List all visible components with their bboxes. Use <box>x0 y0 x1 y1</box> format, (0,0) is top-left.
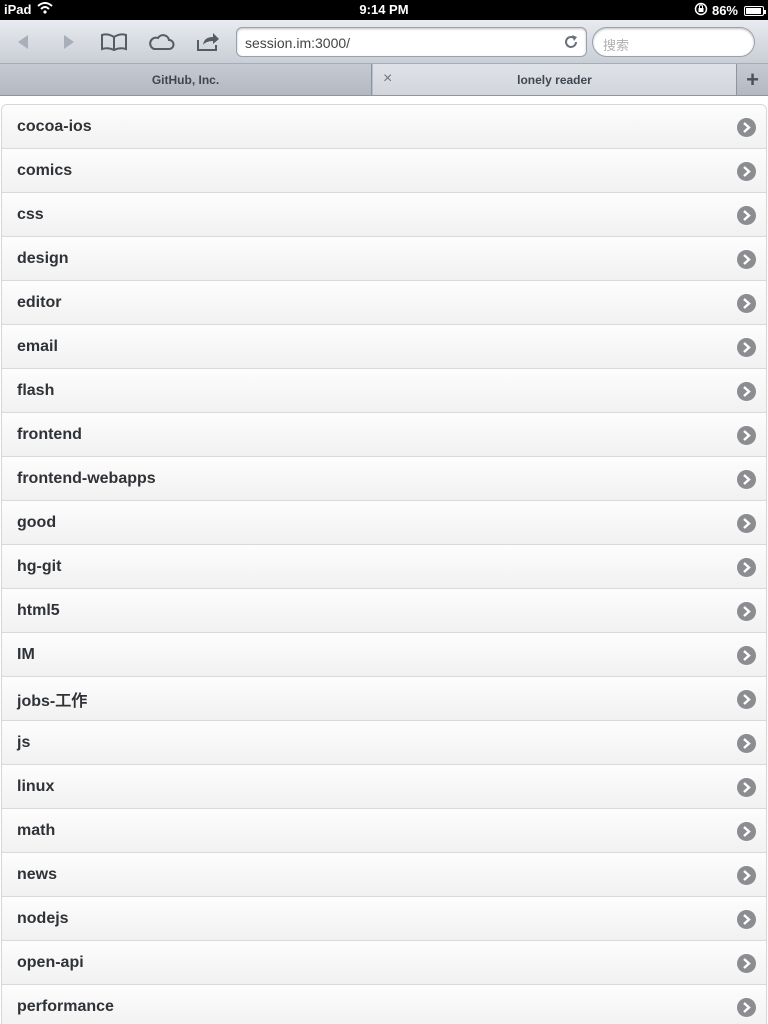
tab-lonely-reader[interactable]: × lonely reader <box>373 64 736 95</box>
chevron-right-icon <box>737 470 756 489</box>
chevron-right-icon <box>737 690 756 709</box>
chevron-right-icon <box>737 514 756 533</box>
status-bar: iPad 9:14 PM 86% <box>0 0 768 20</box>
list-item[interactable]: linux <box>2 765 766 809</box>
close-tab-icon[interactable]: × <box>383 70 392 88</box>
reload-icon[interactable] <box>562 33 580 56</box>
chevron-right-icon <box>737 338 756 357</box>
list-item[interactable]: cocoa-ios <box>2 105 766 149</box>
search-field[interactable]: 搜索 <box>592 27 755 57</box>
list-item-label: performance <box>17 997 114 1015</box>
chevron-right-icon <box>737 646 756 665</box>
list-item-label: html5 <box>17 601 60 619</box>
list-item-label: cocoa-ios <box>17 117 92 135</box>
chevron-right-icon <box>737 294 756 313</box>
list-item[interactable]: js <box>2 721 766 765</box>
chevron-right-icon <box>737 954 756 973</box>
chevron-right-icon <box>737 118 756 137</box>
tab-bar: GitHub, Inc. × lonely reader + <box>0 64 768 96</box>
share-icon[interactable] <box>193 28 223 56</box>
list-item[interactable]: hg-git <box>2 545 766 589</box>
list-item[interactable]: open-api <box>2 941 766 985</box>
rotation-lock-icon <box>694 2 708 19</box>
chevron-right-icon <box>737 206 756 225</box>
browser-toolbar: session.im:3000/ 搜索 <box>0 20 768 64</box>
chevron-right-icon <box>737 910 756 929</box>
chevron-right-icon <box>737 250 756 269</box>
list-item-label: js <box>17 733 31 751</box>
chevron-right-icon <box>737 822 756 841</box>
chevron-right-icon <box>737 602 756 621</box>
chevron-right-icon <box>737 382 756 401</box>
list-item-label: IM <box>17 645 35 663</box>
list-item[interactable]: editor <box>2 281 766 325</box>
list-item[interactable]: email <box>2 325 766 369</box>
list-item-label: nodejs <box>17 909 69 927</box>
category-list: cocoa-ios comics css design editor email flash… <box>1 104 767 1024</box>
forward-icon[interactable] <box>54 28 84 56</box>
list-item-label: news <box>17 865 58 883</box>
list-item[interactable]: math <box>2 809 766 853</box>
list-item-label: design <box>17 249 69 267</box>
list-item[interactable]: html5 <box>2 589 766 633</box>
chevron-right-icon <box>737 558 756 577</box>
list-item-label: linux <box>17 777 55 795</box>
chevron-right-icon <box>737 866 756 885</box>
battery-fill <box>746 7 762 14</box>
list-item-label: frontend <box>17 425 82 443</box>
address-bar[interactable]: session.im:3000/ <box>236 27 587 57</box>
list-item-label: math <box>17 821 56 839</box>
url-text: session.im:3000/ <box>245 35 351 51</box>
chevron-right-icon <box>737 734 756 753</box>
list-item-label: editor <box>17 293 62 311</box>
battery-percent: 86% <box>711 3 738 18</box>
tab-github[interactable]: GitHub, Inc. <box>0 64 372 95</box>
list-item-label: flash <box>17 381 55 399</box>
list-item[interactable]: performance <box>2 985 766 1024</box>
tab-label: GitHub, Inc. <box>151 72 220 87</box>
list-item[interactable]: design <box>2 237 766 281</box>
page-content: cocoa-ios comics css design editor email flash… <box>0 96 768 1024</box>
chevron-right-icon <box>737 162 756 181</box>
list-item-label: good <box>17 513 57 531</box>
list-item-label: hg-git <box>17 557 62 575</box>
list-item-label: frontend-webapps <box>17 469 156 487</box>
bookmarks-icon[interactable] <box>99 28 129 56</box>
back-icon[interactable] <box>8 28 38 56</box>
chevron-right-icon <box>737 998 756 1017</box>
tab-label: lonely reader <box>517 72 592 87</box>
list-item[interactable]: IM <box>2 633 766 677</box>
chevron-right-icon <box>737 426 756 445</box>
list-item[interactable]: good <box>2 501 766 545</box>
list-item-label: email <box>17 337 58 355</box>
list-item-label: comics <box>17 161 73 179</box>
list-item-label: jobs-工作 <box>17 692 88 710</box>
list-item[interactable]: frontend-webapps <box>2 457 766 501</box>
new-tab-button[interactable]: + <box>736 64 768 95</box>
list-item[interactable]: news <box>2 853 766 897</box>
status-right: 86% <box>694 2 766 19</box>
list-item-label: css <box>17 205 44 223</box>
list-item[interactable]: comics <box>2 149 766 193</box>
battery-icon <box>744 5 766 16</box>
list-item-label: open-api <box>17 953 84 971</box>
list-item[interactable]: css <box>2 193 766 237</box>
list-item[interactable]: frontend <box>2 413 766 457</box>
chevron-right-icon <box>737 778 756 797</box>
search-placeholder: 搜索 <box>603 38 630 53</box>
list-item[interactable]: jobs-工作 <box>2 677 766 721</box>
list-item[interactable]: flash <box>2 369 766 413</box>
icloud-tabs-icon[interactable] <box>146 28 176 56</box>
list-item[interactable]: nodejs <box>2 897 766 941</box>
clock: 9:14 PM <box>359 2 409 17</box>
